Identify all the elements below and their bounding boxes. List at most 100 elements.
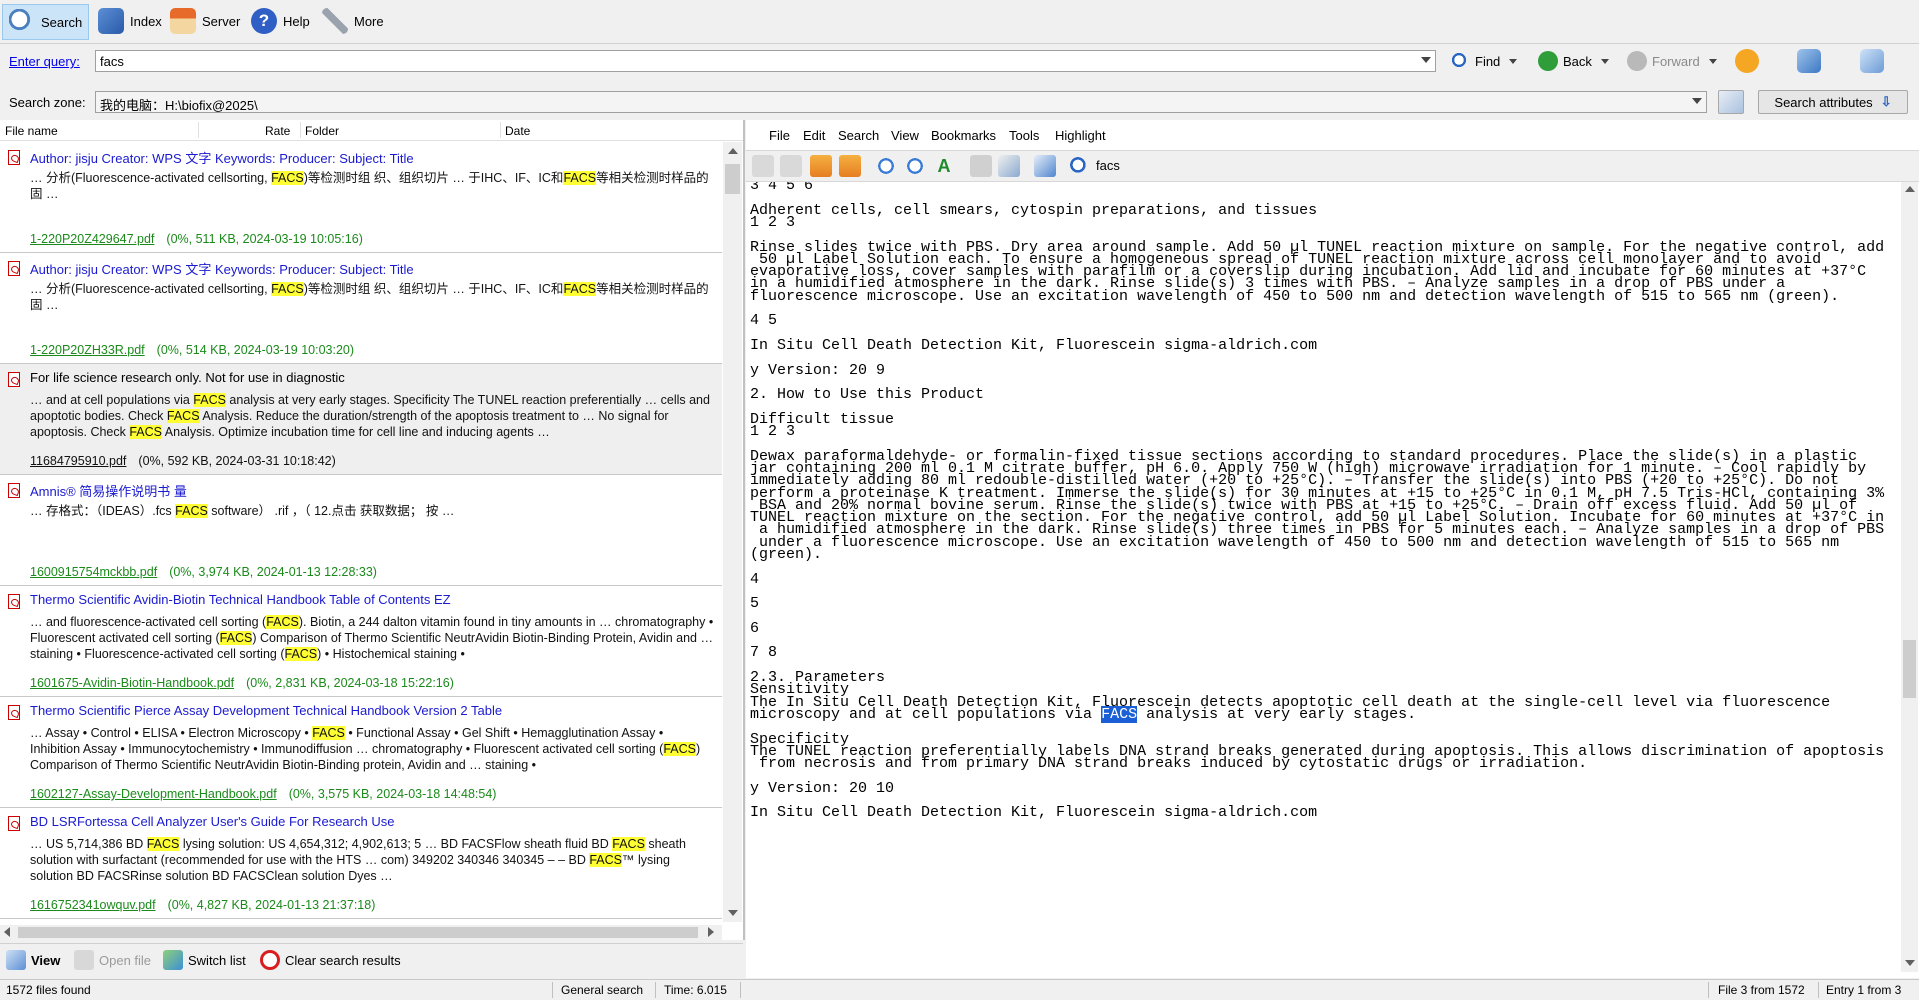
result-file-link[interactable]: 1-220P20ZH33R.pdf <box>30 343 145 357</box>
result-item[interactable]: Thermo Scientific Pierce Assay Developme… <box>0 697 722 808</box>
result-snippet: … US 5,714,386 BD FACS lysing solution: … <box>30 836 715 884</box>
copy-icon[interactable] <box>998 155 1020 177</box>
result-meta: (0%, 511 KB, 2024-03-19 10:05:16) <box>166 232 363 246</box>
query-dropdown-arrow-icon[interactable] <box>1421 57 1431 63</box>
search-tab-button[interactable]: Search <box>2 4 90 40</box>
find-dropdown-icon[interactable] <box>1509 58 1518 64</box>
column-file-name[interactable]: File name <box>5 124 58 138</box>
result-meta: (0%, 514 KB, 2024-03-19 10:03:20) <box>156 343 355 357</box>
highlighted-term: FACS <box>193 393 226 407</box>
menu-search[interactable]: Search <box>838 128 879 143</box>
query-row: Enter query: facs Find Back Forward <box>0 45 1919 79</box>
result-title[interactable]: Amnis® 简易操作说明书 量 <box>30 481 187 500</box>
highlighted-term: FACS <box>166 409 200 423</box>
result-meta: (0%, 3,974 KB, 2024-01-13 12:28:33) <box>169 565 377 579</box>
result-file-link[interactable]: 1600915754mckbb.pdf <box>30 565 157 579</box>
print-icon[interactable] <box>970 155 992 177</box>
export-icon[interactable] <box>1034 155 1056 177</box>
result-item[interactable]: Amnis® 简易操作说明书 量 … 存格式：（IDEAS）.fcs FACS … <box>0 475 722 586</box>
search-settings-icon[interactable] <box>1797 49 1822 73</box>
menu-highlight[interactable]: Highlight <box>1055 128 1106 143</box>
result-title[interactable]: Author: jisju Creator: WPS 文字 Keywords: … <box>30 259 414 278</box>
server-tab-button[interactable]: Server <box>164 4 246 38</box>
doc-scroll-thumb[interactable] <box>1903 640 1916 698</box>
document-line: fluorescence microscope. Use an excitati… <box>750 287 1840 305</box>
result-title[interactable]: Thermo Scientific Avidin-Biotin Technica… <box>30 592 451 607</box>
document-line: from necrosis and from primary DNA stran… <box>750 755 1588 773</box>
document-text[interactable]: 3 4 5 6 Adherent cells, cell smears, cyto… <box>746 182 1896 978</box>
next-hit-icon[interactable] <box>810 155 832 177</box>
zone-edit-icon[interactable] <box>1718 90 1744 114</box>
file-position-status: File 3 from 1572 <box>1718 983 1805 997</box>
column-folder[interactable]: Folder <box>305 124 339 138</box>
results-action-bar: View Open file Switch list Clear search … <box>0 943 743 978</box>
search-zone-select[interactable]: 我的电脑：H:\biofix@2025\ <box>95 91 1707 113</box>
more-tab-button[interactable]: More <box>316 4 390 38</box>
first-page-icon[interactable] <box>752 155 774 177</box>
result-file-link[interactable]: 1602127-Assay-Development-Handbook.pdf <box>30 787 277 801</box>
search-mode-status: General search <box>561 983 644 997</box>
scroll-down-icon[interactable] <box>728 910 738 916</box>
column-date[interactable]: Date <box>505 124 530 138</box>
result-title[interactable]: Author: jisju Creator: WPS 文字 Keywords: … <box>30 148 414 167</box>
doc-scroll-up-icon[interactable] <box>1905 186 1915 192</box>
pdf-file-icon <box>8 483 20 498</box>
back-dropdown-icon[interactable] <box>1600 58 1609 64</box>
result-file-link[interactable]: 1616752341owquv.pdf <box>30 898 156 912</box>
scroll-left-icon[interactable] <box>4 927 10 937</box>
highlighted-term: FACS <box>266 615 299 629</box>
open-file-icon <box>74 950 94 970</box>
menu-tools[interactable]: Tools <box>1009 128 1039 143</box>
search-zone-dropdown-icon[interactable] <box>1692 98 1702 104</box>
results-horizontal-scrollbar[interactable] <box>0 925 722 940</box>
last-hit-icon[interactable] <box>839 155 861 177</box>
open-file-button[interactable]: Open file <box>74 950 151 970</box>
scroll-up-icon[interactable] <box>728 148 738 154</box>
result-title[interactable]: For life science research only. Not for … <box>30 370 345 385</box>
clear-results-button[interactable]: Clear search results <box>260 950 401 970</box>
column-rate[interactable]: Rate <box>265 124 290 138</box>
result-item[interactable]: BD LSRFortessa Cell Analyzer User's Guid… <box>0 808 722 919</box>
doc-scroll-down-icon[interactable] <box>1905 960 1915 966</box>
result-item[interactable]: For life science research only. Not for … <box>0 364 722 475</box>
filter-document-icon[interactable] <box>1859 49 1884 73</box>
enter-query-link[interactable]: Enter query: <box>9 54 80 69</box>
find-button[interactable]: Find <box>1450 48 1518 74</box>
switch-list-button[interactable]: Switch list <box>163 950 246 970</box>
result-item[interactable]: Author: jisju Creator: WPS 文字 Keywords: … <box>0 142 722 253</box>
prev-page-icon[interactable] <box>780 155 802 177</box>
scroll-right-icon[interactable] <box>708 927 714 937</box>
search-attributes-button[interactable]: Search attributes ⇩ <box>1758 90 1908 114</box>
back-button[interactable]: Back <box>1538 48 1609 74</box>
forward-button[interactable]: Forward <box>1627 48 1717 74</box>
menu-bookmarks[interactable]: Bookmarks <box>931 128 996 143</box>
query-input-value: facs <box>100 54 124 69</box>
result-file-link[interactable]: 1-220P20Z429647.pdf <box>30 232 154 246</box>
document-line: 4 5 <box>750 312 778 330</box>
document-scrollbar[interactable] <box>1901 182 1918 972</box>
result-title[interactable]: BD LSRFortessa Cell Analyzer User's Guid… <box>30 814 394 829</box>
view-button[interactable]: View <box>6 950 60 970</box>
paw-icon[interactable] <box>1735 49 1759 73</box>
results-vertical-scrollbar[interactable] <box>723 142 742 922</box>
search-in-doc-icon[interactable] <box>1068 155 1090 177</box>
zoom-in-icon[interactable] <box>875 155 897 177</box>
hscroll-thumb[interactable] <box>18 927 698 938</box>
snippet-text: … and fluorescence-activated cell sortin… <box>30 615 267 629</box>
forward-dropdown-icon[interactable] <box>1708 58 1717 64</box>
result-item[interactable]: Thermo Scientific Avidin-Biotin Technica… <box>0 586 722 697</box>
font-size-icon[interactable]: A <box>933 155 955 177</box>
result-title[interactable]: Thermo Scientific Pierce Assay Developme… <box>30 703 502 718</box>
query-input[interactable]: facs <box>95 50 1436 72</box>
result-footer: 11684795910.pdf (0%, 592 KB, 2024-03-31 1… <box>30 454 336 468</box>
zoom-out-icon[interactable] <box>904 155 926 177</box>
menu-edit[interactable]: Edit <box>803 128 825 143</box>
index-tab-button[interactable]: Index <box>92 4 168 38</box>
menu-view[interactable]: View <box>891 128 919 143</box>
help-tab-button[interactable]: ? Help <box>245 4 316 38</box>
scroll-thumb[interactable] <box>725 164 740 194</box>
result-file-link[interactable]: 1601675-Avidin-Biotin-Handbook.pdf <box>30 676 234 690</box>
menu-file[interactable]: File <box>769 128 790 143</box>
result-file-link[interactable]: 11684795910.pdf <box>30 454 126 468</box>
result-item[interactable]: Author: jisju Creator: WPS 文字 Keywords: … <box>0 253 722 364</box>
